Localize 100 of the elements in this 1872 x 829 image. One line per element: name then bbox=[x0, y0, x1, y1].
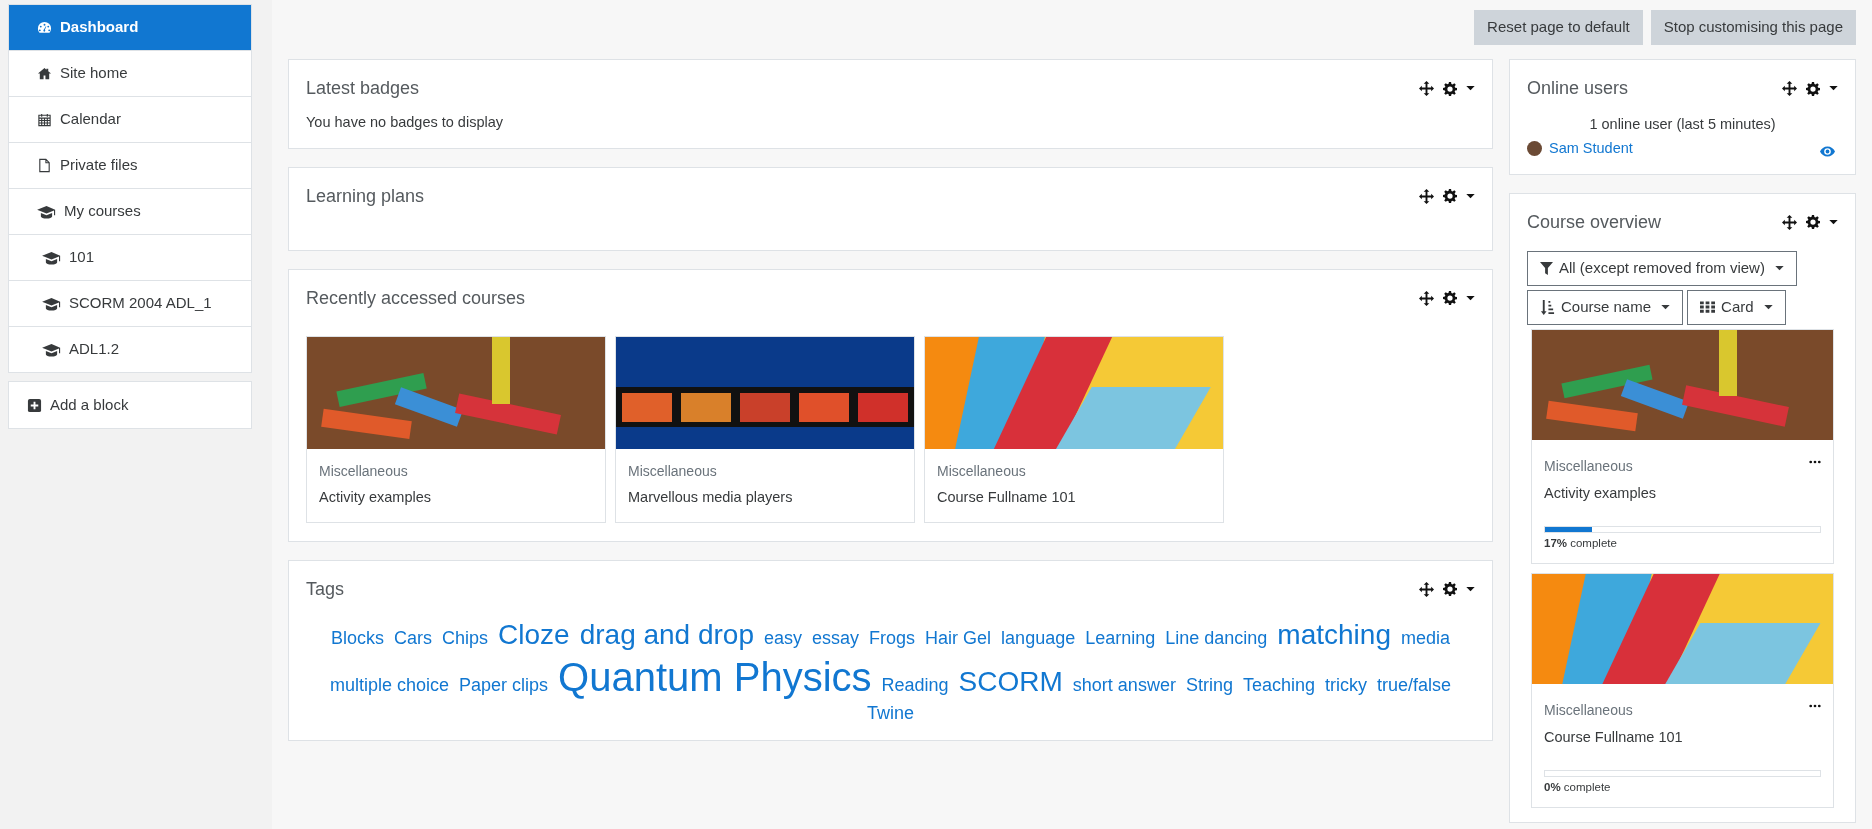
course-card[interactable]: Miscellaneous Activity examples 17% complete bbox=[1531, 328, 1834, 564]
tag-link[interactable]: Cars bbox=[394, 626, 433, 649]
block-title: Online users bbox=[1527, 77, 1629, 100]
graduation-cap-icon bbox=[42, 250, 61, 265]
block-title: Learning plans bbox=[306, 184, 425, 208]
course-category: Miscellaneous bbox=[937, 461, 1027, 481]
tag-link[interactable]: Blocks bbox=[331, 626, 384, 649]
course-name[interactable]: Course Fullname 101 bbox=[1544, 726, 1821, 749]
course-name[interactable]: Activity examples bbox=[1544, 482, 1821, 505]
tag-link[interactable]: tricky bbox=[1325, 673, 1367, 696]
eye-icon bbox=[1820, 146, 1835, 158]
caret-icon bbox=[1774, 265, 1784, 271]
more-icon bbox=[1809, 460, 1821, 464]
sidebar-item[interactable]: Private files bbox=[8, 142, 252, 189]
sidebar-item[interactable]: Calendar bbox=[8, 96, 252, 143]
caret-icon bbox=[1829, 86, 1838, 91]
move-icon bbox=[1419, 581, 1434, 597]
caret-icon bbox=[1466, 295, 1475, 301]
caret-icon bbox=[1466, 586, 1475, 592]
block-title: Course overview bbox=[1527, 210, 1662, 234]
online-summary: 1 online user (last 5 minutes) bbox=[1588, 115, 1777, 134]
settings-icon bbox=[1806, 81, 1820, 96]
tag-link[interactable]: Hair Gel bbox=[925, 626, 992, 649]
caret-icon bbox=[1763, 304, 1773, 310]
header-button[interactable]: Reset page to default bbox=[1474, 10, 1643, 45]
tag-link[interactable]: short answer bbox=[1072, 673, 1176, 696]
file-icon bbox=[37, 158, 52, 173]
graduation-cap-icon bbox=[42, 296, 61, 311]
tag-link[interactable]: multiple choice bbox=[329, 673, 450, 696]
user-link[interactable]: Sam Student bbox=[1549, 137, 1633, 160]
filter-icon bbox=[1540, 261, 1553, 275]
dropdown-button[interactable]: Card bbox=[1687, 289, 1786, 325]
block-title: Tags bbox=[306, 577, 345, 601]
course-category: Miscellaneous bbox=[1544, 456, 1633, 476]
graduation-cap-icon bbox=[37, 204, 56, 219]
tag-link[interactable]: Reading bbox=[881, 673, 949, 696]
move-icon bbox=[1419, 188, 1434, 204]
tag-link[interactable]: media bbox=[1400, 626, 1450, 649]
caret-icon bbox=[1829, 219, 1838, 225]
tag-link[interactable]: Line dancing bbox=[1165, 626, 1268, 649]
block-title: Recently accessed courses bbox=[306, 286, 526, 310]
tag-link[interactable]: essay bbox=[812, 626, 860, 649]
settings-icon bbox=[1443, 582, 1457, 596]
add-block-link[interactable]: Add a block bbox=[9, 382, 251, 428]
caret-icon bbox=[1466, 193, 1475, 199]
dropdown-button[interactable]: All (except removed from view) bbox=[1527, 250, 1797, 286]
sidebar-item[interactable]: ADL1.2 bbox=[8, 326, 252, 373]
course-card[interactable]: Miscellaneous Activity examples bbox=[306, 335, 606, 523]
avatar bbox=[1527, 141, 1542, 157]
tag-link[interactable]: drag and drop bbox=[579, 616, 754, 652]
tag-link[interactable]: Quantum Physics bbox=[558, 651, 872, 702]
course-card[interactable]: Miscellaneous Course Fullname 101 0% complete bbox=[1531, 572, 1834, 808]
tag-link[interactable]: SCORM bbox=[958, 663, 1063, 699]
course-name[interactable]: Course Fullname 101 bbox=[937, 486, 1211, 509]
plus-square-icon bbox=[27, 397, 42, 413]
progress-text: 0% complete bbox=[1544, 780, 1612, 796]
move-icon bbox=[1419, 81, 1434, 96]
grid-icon bbox=[1700, 301, 1716, 313]
block-text: You have no badges to display bbox=[306, 113, 504, 132]
sidebar-item[interactable]: 101 bbox=[8, 234, 252, 281]
course-category: Miscellaneous bbox=[628, 461, 718, 481]
caret-icon bbox=[1661, 304, 1671, 310]
tag-link[interactable]: Chips bbox=[442, 626, 489, 649]
home-icon bbox=[37, 66, 52, 81]
tag-link[interactable]: true/false bbox=[1377, 673, 1452, 696]
course-name[interactable]: Marvellous media players bbox=[628, 486, 902, 509]
tag-link[interactable]: Teaching bbox=[1242, 673, 1315, 696]
sort-icon bbox=[1540, 299, 1555, 315]
calendar-icon bbox=[37, 112, 52, 127]
graduation-cap-icon bbox=[42, 342, 61, 357]
tag-link[interactable]: language bbox=[1001, 626, 1076, 649]
caret-icon bbox=[1466, 86, 1475, 91]
tag-link[interactable]: String bbox=[1185, 673, 1233, 696]
sidebar-item[interactable]: My courses bbox=[8, 188, 252, 235]
settings-icon bbox=[1443, 189, 1457, 204]
more-icon bbox=[1809, 704, 1821, 708]
sidebar-item[interactable]: SCORM 2004 ADL_1 bbox=[8, 280, 252, 327]
tag-link[interactable]: matching bbox=[1277, 616, 1391, 652]
tag-link[interactable]: Twine bbox=[867, 701, 914, 724]
sidebar-item[interactable]: Dashboard bbox=[8, 4, 252, 51]
course-name[interactable]: Activity examples bbox=[319, 486, 593, 509]
tag-link[interactable]: Learning bbox=[1085, 626, 1156, 649]
course-card[interactable]: Miscellaneous Marvellous media players bbox=[615, 335, 915, 523]
course-card[interactable]: Miscellaneous Course Fullname 101 bbox=[924, 335, 1224, 523]
tag-link[interactable]: Cloze bbox=[498, 616, 570, 652]
tag-link[interactable]: easy bbox=[764, 626, 803, 649]
settings-icon bbox=[1443, 81, 1457, 96]
sidebar-item[interactable]: Site home bbox=[8, 50, 252, 97]
header-button[interactable]: Stop customising this page bbox=[1650, 10, 1856, 45]
dashboard-icon bbox=[37, 20, 52, 35]
tag-link[interactable]: Frogs bbox=[869, 626, 916, 649]
progress-text: 17% complete bbox=[1544, 536, 1618, 552]
course-category: Miscellaneous bbox=[319, 461, 409, 481]
block-title: Latest badges bbox=[306, 77, 420, 100]
move-icon bbox=[1419, 290, 1434, 306]
dropdown-button[interactable]: Course name bbox=[1527, 289, 1684, 325]
move-icon bbox=[1782, 214, 1797, 230]
settings-icon bbox=[1806, 215, 1820, 229]
move-icon bbox=[1782, 81, 1797, 96]
tag-link[interactable]: Paper clips bbox=[459, 673, 549, 696]
